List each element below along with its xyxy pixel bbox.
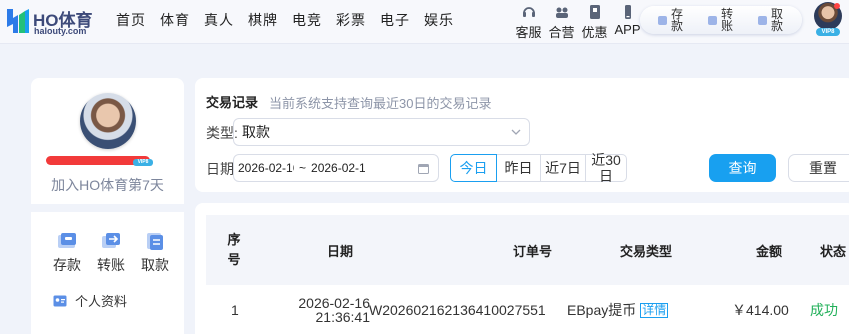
member-days: 加入HO体育第7天 [51, 177, 164, 193]
page-title: 交易记录 [206, 95, 259, 110]
sidebar-item-profile[interactable]: 个人资料 [53, 291, 127, 310]
calendar-icon [418, 164, 429, 174]
col-date: 日期 [327, 243, 354, 259]
tool-partner-label: 合营 [548, 25, 575, 40]
status-badge: 成功 [810, 302, 838, 318]
date-end-input[interactable]: 2026-02-16 [311, 161, 365, 175]
deposit-icon [58, 233, 76, 248]
date-start-input[interactable]: 2026-02-16 [238, 161, 294, 175]
sidebar-vip-badge: VIP8 [133, 159, 153, 166]
col-amount: 金额 [756, 243, 783, 259]
top-header: HO体育 halouty.com 首页 体育 真人 棋牌 电竞 彩票 电子 娱乐… [0, 0, 849, 44]
cell-date-day: 2026-02-16 [298, 295, 370, 311]
tool-service-label: 客服 [515, 25, 542, 40]
sidebar-withdraw-button[interactable]: 取款 [133, 230, 177, 275]
type-select[interactable]: 取款 [233, 118, 530, 146]
transfer-icon [102, 233, 120, 248]
col-status: 状态 [820, 243, 847, 259]
header-deposit-label: 存款 [671, 7, 685, 33]
quick-range-tabs: 今日 昨日 近7日 近30 日 [450, 152, 627, 184]
sidebar-deposit-button[interactable]: 存款 [45, 230, 89, 275]
sidebar-deposit-label: 存款 [53, 257, 81, 273]
col-order: 订单号 [513, 243, 553, 259]
site-logo[interactable]: HO体育 halouty.com [6, 6, 116, 38]
sidebar-withdraw-label: 取款 [141, 257, 169, 273]
nav-item-home[interactable]: 首页 [116, 10, 146, 30]
table-row[interactable]: 1 2026-02-16 21:36:41 W20260216213641002… [206, 285, 849, 334]
nav-item-entertainment[interactable]: 娱乐 [424, 10, 454, 30]
filter-panel: 交易记录 当前系统支持查询最近30日的交易记录 类型: 取款 日期 2026-0… [195, 78, 849, 192]
tool-promo-label: 优惠 [581, 25, 608, 40]
tab-7days[interactable]: 近7日 [540, 154, 586, 182]
cell-type-text: EBpay提币 [567, 302, 637, 318]
header-withdraw-label: 取款 [771, 7, 785, 33]
reset-button[interactable]: 重置 [788, 154, 849, 182]
date-separator: ~ [299, 161, 307, 175]
nav-item-slots[interactable]: 电子 [380, 10, 410, 30]
nav-item-cards[interactable]: 棋牌 [248, 10, 278, 30]
col-seq-line1: 序 [227, 232, 241, 247]
cell-date: 2026-02-16 21:36:41 [278, 285, 370, 334]
tool-promo[interactable]: 优惠 [578, 4, 611, 41]
sidebar-transfer-label: 转账 [97, 257, 125, 273]
id-card-icon [53, 295, 67, 306]
phone-icon [624, 5, 631, 19]
header-transfer-button[interactable]: 转账 [708, 8, 734, 32]
tool-app-label: APP [614, 22, 641, 37]
date-range-picker[interactable]: 2026-02-16 ~ 2026-02-16 [233, 154, 439, 182]
vip-badge: VIP8 [816, 28, 840, 36]
money-actions: 存款 转账 取款 [640, 6, 802, 34]
tool-service[interactable]: 客服 [512, 4, 545, 41]
cell-order: W202602162136410027551 [369, 302, 546, 318]
header-transfer-label: 转账 [721, 7, 735, 33]
type-select-value: 取款 [242, 124, 270, 140]
table-header: 序 号 日期 订单号 交易类型 金额 状态 [206, 215, 849, 285]
query-hint: 当前系统支持查询最近30日的交易记录 [269, 96, 492, 111]
handshake-icon [555, 7, 568, 18]
cell-seq: 1 [231, 302, 239, 318]
col-seq: 序 号 [224, 215, 244, 285]
cell-date-time: 21:36:41 [315, 309, 371, 325]
chevron-down-icon [511, 129, 521, 135]
header-tools: 客服 合营 优惠 APP [512, 4, 644, 41]
notification-dot [834, 3, 840, 9]
sidebar-transfer-button[interactable]: 转账 [89, 230, 133, 275]
header-deposit-button[interactable]: 存款 [658, 8, 684, 32]
main-nav: 首页 体育 真人 棋牌 电竞 彩票 电子 娱乐 [116, 10, 468, 30]
nav-item-live[interactable]: 真人 [204, 10, 234, 30]
query-button[interactable]: 查询 [709, 154, 776, 182]
headset-icon [522, 7, 535, 17]
tab-yesterday[interactable]: 昨日 [496, 154, 541, 182]
logo-domain: halouty.com [34, 26, 87, 36]
cell-type: EBpay提币 详情 [567, 285, 669, 334]
records-table: 序 号 日期 订单号 交易类型 金额 状态 1 2026-02-16 21:36… [195, 203, 849, 334]
gift-icon [589, 5, 600, 19]
tab-30days-line1: 近30 [591, 152, 621, 168]
nav-item-lottery[interactable]: 彩票 [336, 10, 366, 30]
nav-item-sports[interactable]: 体育 [160, 10, 190, 30]
cell-amount: ￥414.00 [732, 302, 789, 318]
tool-app[interactable]: APP [611, 4, 644, 41]
withdraw-icon [758, 15, 767, 25]
tab-today[interactable]: 今日 [450, 154, 497, 182]
col-type: 交易类型 [620, 243, 673, 259]
sidebar-item-profile-label: 个人资料 [75, 294, 128, 309]
user-sidebar: VIP8 加入HO体育第7天 存款 转账 取款 个人资料 [31, 78, 184, 334]
header-withdraw-button[interactable]: 取款 [758, 8, 784, 32]
transfer-icon [708, 15, 717, 25]
avatar[interactable] [80, 93, 136, 149]
col-seq-line2: 号 [227, 252, 241, 267]
tab-30days[interactable]: 近30 日 [585, 152, 627, 184]
sidebar-actions: 存款 转账 取款 [45, 230, 177, 275]
sidebar-divider [31, 204, 184, 212]
tool-partner[interactable]: 合营 [545, 4, 578, 41]
withdraw-icon [147, 233, 163, 250]
deposit-icon [658, 15, 667, 25]
logo-mark-icon [7, 9, 29, 33]
nav-item-esports[interactable]: 电竞 [292, 10, 322, 30]
date-label: 日期 [206, 161, 234, 177]
tab-30days-line2: 日 [599, 168, 613, 184]
detail-button[interactable]: 详情 [640, 302, 669, 318]
